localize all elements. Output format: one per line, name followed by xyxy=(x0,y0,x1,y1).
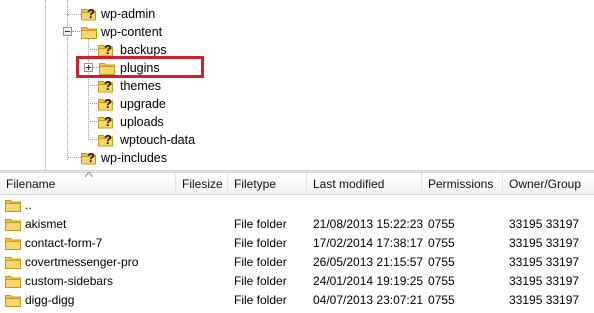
column-header-filename[interactable]: Filename xyxy=(0,172,176,195)
table-row[interactable]: custom-sidebars File folder 24/01/2014 1… xyxy=(0,272,594,291)
modified-cell: 26/05/2013 21:15:57 xyxy=(313,255,424,269)
filetype-cell: File folder xyxy=(234,274,287,288)
table-row[interactable]: covertmessenger-pro File folder 26/05/20… xyxy=(0,253,594,272)
tree-item-label: upgrade xyxy=(120,97,166,111)
question-folder-icon xyxy=(80,149,96,165)
tree-item-upgrade[interactable]: upgrade xyxy=(0,95,594,113)
highlight-box xyxy=(76,56,204,78)
tree-item-wp-admin[interactable]: wp-admin xyxy=(0,5,594,23)
owner-cell: 33195 33197 xyxy=(509,217,580,231)
column-header-permissions[interactable]: Permissions xyxy=(422,173,503,195)
tree-item-label: uploads xyxy=(120,115,164,129)
owner-cell: 33195 33197 xyxy=(509,274,580,288)
folder-icon xyxy=(5,274,21,288)
column-header-filesize[interactable]: Filesize xyxy=(176,173,228,195)
filename-cell: contact-form-7 xyxy=(25,236,103,250)
folder-icon xyxy=(5,293,21,307)
filename-cell: custom-sidebars xyxy=(25,274,114,288)
owner-cell: 33195 33197 xyxy=(509,293,580,307)
question-folder-icon xyxy=(97,131,113,147)
modified-cell: 24/01/2014 19:19:25 xyxy=(313,274,424,288)
tree-item-wptouch-data[interactable]: wptouch-data xyxy=(0,131,594,149)
filename-cell: covertmessenger-pro xyxy=(25,255,139,269)
folder-icon xyxy=(5,198,21,212)
filetype-cell: File folder xyxy=(234,217,287,231)
sort-ascending-icon xyxy=(85,172,93,177)
filetype-cell: File folder xyxy=(234,293,287,307)
file-list[interactable]: Filename Filesize Filetype Last modified… xyxy=(0,172,594,313)
question-folder-icon xyxy=(97,41,113,57)
modified-cell: 21/08/2013 15:22:23 xyxy=(313,217,424,231)
question-folder-icon xyxy=(97,113,113,129)
tree-item-uploads[interactable]: uploads xyxy=(0,113,594,131)
tree-item-label: wptouch-data xyxy=(120,133,196,147)
column-header-owner-group[interactable]: Owner/Group xyxy=(503,173,594,195)
tree-item-label: wp-content xyxy=(101,25,163,39)
table-row[interactable]: contact-form-7 File folder 17/02/2014 17… xyxy=(0,234,594,253)
modified-cell: 04/07/2013 23:07:21 xyxy=(313,293,424,307)
filename-cell: .. xyxy=(25,198,32,212)
tree-item-themes[interactable]: themes xyxy=(0,77,594,95)
folder-icon xyxy=(5,217,21,231)
tree-item-label: wp-includes xyxy=(101,151,168,165)
folder-icon xyxy=(5,236,21,250)
owner-cell: 33195 33197 xyxy=(509,255,580,269)
tree-item-label: wp-admin xyxy=(101,7,156,21)
question-folder-icon xyxy=(97,95,113,111)
filetype-cell: File folder xyxy=(234,255,287,269)
folder-icon xyxy=(5,255,21,269)
column-header-filetype[interactable]: Filetype xyxy=(228,173,307,195)
file-list-header: Filename Filesize Filetype Last modified… xyxy=(0,172,594,195)
file-row-parent[interactable]: .. xyxy=(0,196,594,215)
permissions-cell: 0755 xyxy=(428,217,455,231)
directory-tree[interactable]: wp-admin wp-content backups plugins them… xyxy=(0,0,594,170)
filename-cell: digg-digg xyxy=(25,293,75,307)
table-row[interactable]: akismet File folder 21/08/2013 15:22:23 … xyxy=(0,215,594,234)
folder-icon xyxy=(81,25,97,39)
question-folder-icon xyxy=(97,77,113,93)
tree-item-label: themes xyxy=(120,79,161,93)
owner-cell: 33195 33197 xyxy=(509,236,580,250)
modified-cell: 17/02/2014 17:38:17 xyxy=(313,236,424,250)
tree-item-wp-includes[interactable]: wp-includes xyxy=(0,149,594,167)
permissions-cell: 0755 xyxy=(428,293,455,307)
column-header-last-modified[interactable]: Last modified xyxy=(307,173,422,195)
filename-cell: akismet xyxy=(25,217,67,231)
filetype-cell: File folder xyxy=(234,236,287,250)
table-row[interactable]: digg-digg File folder 04/07/2013 23:07:2… xyxy=(0,291,594,310)
question-folder-icon xyxy=(80,5,96,21)
tree-item-wp-content[interactable]: wp-content xyxy=(0,23,594,41)
permissions-cell: 0755 xyxy=(428,274,455,288)
permissions-cell: 0755 xyxy=(428,236,455,250)
permissions-cell: 0755 xyxy=(428,255,455,269)
